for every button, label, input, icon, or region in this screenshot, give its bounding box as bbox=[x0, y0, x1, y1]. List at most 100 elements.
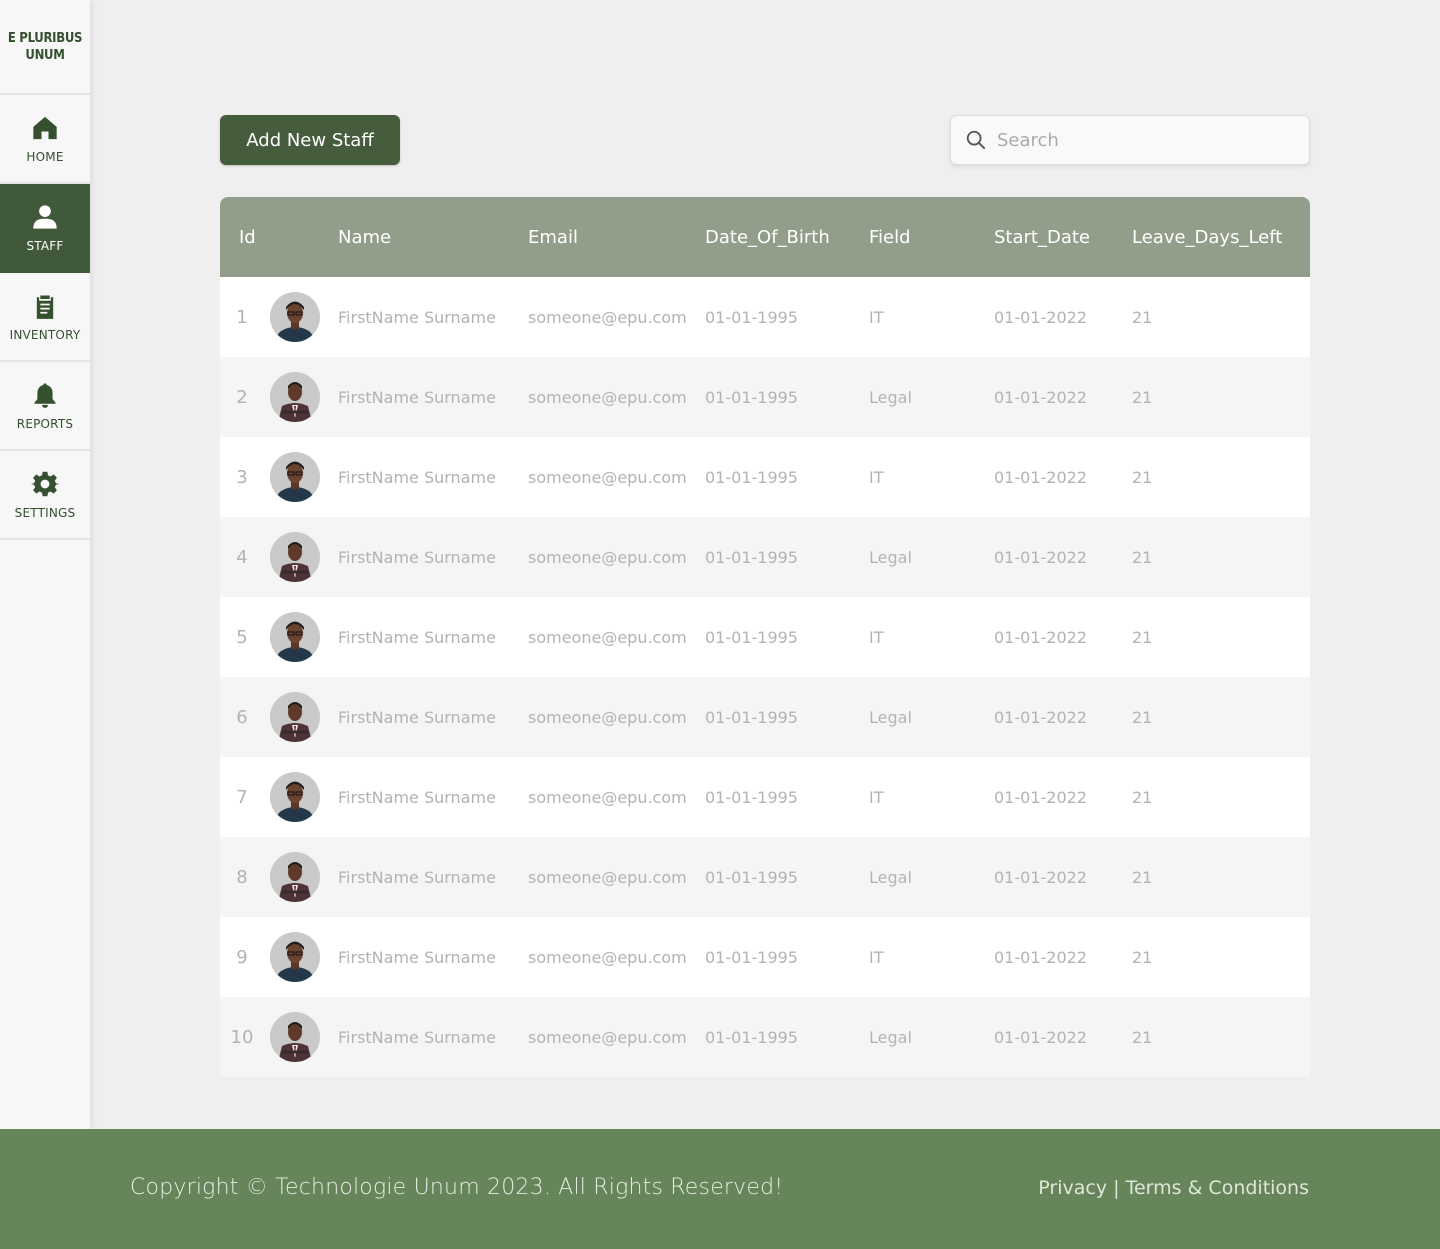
cell-dob: 01-01-1995 bbox=[705, 787, 798, 807]
avatar[interactable] bbox=[270, 532, 320, 582]
person-icon bbox=[33, 204, 57, 229]
column-header-leave-days[interactable]: Leave_Days_Left bbox=[1132, 227, 1282, 248]
table-row[interactable]: 6 FirstName Surname someone@epu.com 01-01-1… bbox=[220, 677, 1310, 757]
home-icon bbox=[33, 116, 57, 139]
table-row[interactable]: 4 FirstName Surname someone@epu.com 01-01-1… bbox=[220, 517, 1310, 597]
cell-dob: 01-01-1995 bbox=[705, 947, 798, 967]
cell-start-date: 01-01-2022 bbox=[994, 787, 1087, 807]
cell-leave-days: 21 bbox=[1132, 947, 1153, 967]
cell-field: IT bbox=[869, 307, 884, 327]
sidebar-item-reports[interactable]: REPORTS bbox=[0, 362, 90, 451]
staff-photo bbox=[270, 292, 320, 342]
cell-avatar bbox=[270, 517, 320, 597]
avatar[interactable] bbox=[270, 372, 320, 422]
cell-email: someone@epu.com bbox=[528, 1027, 687, 1047]
terms-link[interactable]: Terms & Conditions bbox=[1126, 1177, 1309, 1199]
column-header-start-date[interactable]: Start_Date bbox=[994, 227, 1090, 248]
cell-start-date: 01-01-2022 bbox=[994, 1027, 1087, 1047]
column-header-dob[interactable]: Date_Of_Birth bbox=[705, 227, 830, 248]
sidebar-item-inventory[interactable]: INVENTORY bbox=[0, 273, 90, 362]
sidebar-item-label: HOME bbox=[26, 149, 64, 164]
cell-name: FirstName Surname bbox=[338, 547, 496, 567]
cell-dob: 01-01-1995 bbox=[705, 547, 798, 567]
cell-name: FirstName Surname bbox=[338, 387, 496, 407]
cell-name: FirstName Surname bbox=[338, 307, 496, 327]
sidebar-item-staff[interactable]: STAFF bbox=[0, 184, 90, 273]
cell-email: someone@epu.com bbox=[528, 387, 687, 407]
cell-avatar bbox=[270, 837, 320, 917]
cell-field: Legal bbox=[869, 387, 912, 407]
logo[interactable]: E PLURIBUS UNUM bbox=[0, 0, 90, 95]
cell-start-date: 01-01-2022 bbox=[994, 387, 1087, 407]
cell-avatar bbox=[270, 277, 320, 357]
cell-email: someone@epu.com bbox=[528, 307, 687, 327]
cell-email: someone@epu.com bbox=[528, 947, 687, 967]
table-row[interactable]: 5 FirstName Surname someone@epu.com 01-01-1… bbox=[220, 597, 1310, 677]
bell-icon bbox=[34, 382, 56, 408]
table-row[interactable]: 7 FirstName Surname someone@epu.com 01-01-1… bbox=[220, 757, 1310, 837]
cell-leave-days: 21 bbox=[1132, 307, 1153, 327]
cell-avatar bbox=[270, 597, 320, 677]
cell-field: Legal bbox=[869, 547, 912, 567]
footer-links: Privacy | Terms & Conditions bbox=[1038, 1177, 1309, 1199]
table-header: Id Name Email Date_Of_Birth Field Start_… bbox=[220, 197, 1310, 277]
search-box[interactable] bbox=[950, 115, 1310, 165]
sidebar-item-label: SETTINGS bbox=[14, 505, 76, 520]
cell-id: 7 bbox=[236, 786, 248, 808]
sidebar-item-settings[interactable]: SETTINGS bbox=[0, 451, 90, 540]
column-header-email[interactable]: Email bbox=[528, 227, 578, 248]
staff-photo bbox=[270, 372, 320, 422]
cell-dob: 01-01-1995 bbox=[705, 1027, 798, 1047]
cell-avatar bbox=[270, 997, 320, 1077]
staff-photo bbox=[270, 532, 320, 582]
clipboard-icon bbox=[36, 295, 54, 319]
cell-email: someone@epu.com bbox=[528, 547, 687, 567]
column-header-field[interactable]: Field bbox=[869, 227, 911, 248]
cell-dob: 01-01-1995 bbox=[705, 387, 798, 407]
sidebar-item-label: STAFF bbox=[26, 238, 64, 253]
cell-id: 9 bbox=[236, 946, 248, 968]
cell-field: IT bbox=[869, 627, 884, 647]
avatar[interactable] bbox=[270, 292, 320, 342]
cell-name: FirstName Surname bbox=[338, 467, 496, 487]
search-icon bbox=[966, 130, 986, 150]
table-body: 1 FirstName Surname someone@epu.com 01-01-1… bbox=[220, 277, 1310, 1077]
table-row[interactable]: 9 FirstName Surname someone@epu.com 01-01-1… bbox=[220, 917, 1310, 997]
table-row[interactable]: 3 FirstName Surname someone@epu.com 01-01-1… bbox=[220, 437, 1310, 517]
cell-leave-days: 21 bbox=[1132, 1027, 1153, 1047]
cell-leave-days: 21 bbox=[1132, 547, 1153, 567]
staff-photo bbox=[270, 772, 320, 822]
avatar[interactable] bbox=[270, 452, 320, 502]
cell-start-date: 01-01-2022 bbox=[994, 307, 1087, 327]
sidebar-item-home[interactable]: HOME bbox=[0, 95, 90, 184]
cell-email: someone@epu.com bbox=[528, 707, 687, 727]
avatar[interactable] bbox=[270, 852, 320, 902]
avatar[interactable] bbox=[270, 692, 320, 742]
cell-start-date: 01-01-2022 bbox=[994, 467, 1087, 487]
column-header-id[interactable]: Id bbox=[239, 227, 256, 248]
cell-field: Legal bbox=[869, 707, 912, 727]
cell-start-date: 01-01-2022 bbox=[994, 627, 1087, 647]
table-row[interactable]: 8 FirstName Surname someone@epu.com 01-01-1… bbox=[220, 837, 1310, 917]
cell-name: FirstName Surname bbox=[338, 707, 496, 727]
cell-leave-days: 21 bbox=[1132, 387, 1153, 407]
cell-leave-days: 21 bbox=[1132, 867, 1153, 887]
cell-dob: 01-01-1995 bbox=[705, 467, 798, 487]
cell-field: Legal bbox=[869, 867, 912, 887]
avatar[interactable] bbox=[270, 612, 320, 662]
cell-id: 3 bbox=[236, 466, 248, 488]
table-row[interactable]: 2 FirstName Surname someone@epu.com 01-01-1… bbox=[220, 357, 1310, 437]
sidebar-item-label: REPORTS bbox=[16, 416, 74, 431]
avatar[interactable] bbox=[270, 1012, 320, 1062]
column-header-name[interactable]: Name bbox=[338, 227, 391, 248]
table-row[interactable]: 10 FirstName Surname someone@epu.com 01-01-… bbox=[220, 997, 1310, 1077]
avatar[interactable] bbox=[270, 932, 320, 982]
add-new-staff-button[interactable]: Add New Staff bbox=[220, 115, 400, 165]
staff-photo bbox=[270, 692, 320, 742]
privacy-link[interactable]: Privacy bbox=[1038, 1177, 1107, 1199]
avatar[interactable] bbox=[270, 772, 320, 822]
search-input[interactable] bbox=[997, 129, 1297, 151]
cell-field: Legal bbox=[869, 1027, 912, 1047]
cell-email: someone@epu.com bbox=[528, 467, 687, 487]
table-row[interactable]: 1 FirstName Surname someone@epu.com 01-01-1… bbox=[220, 277, 1310, 357]
